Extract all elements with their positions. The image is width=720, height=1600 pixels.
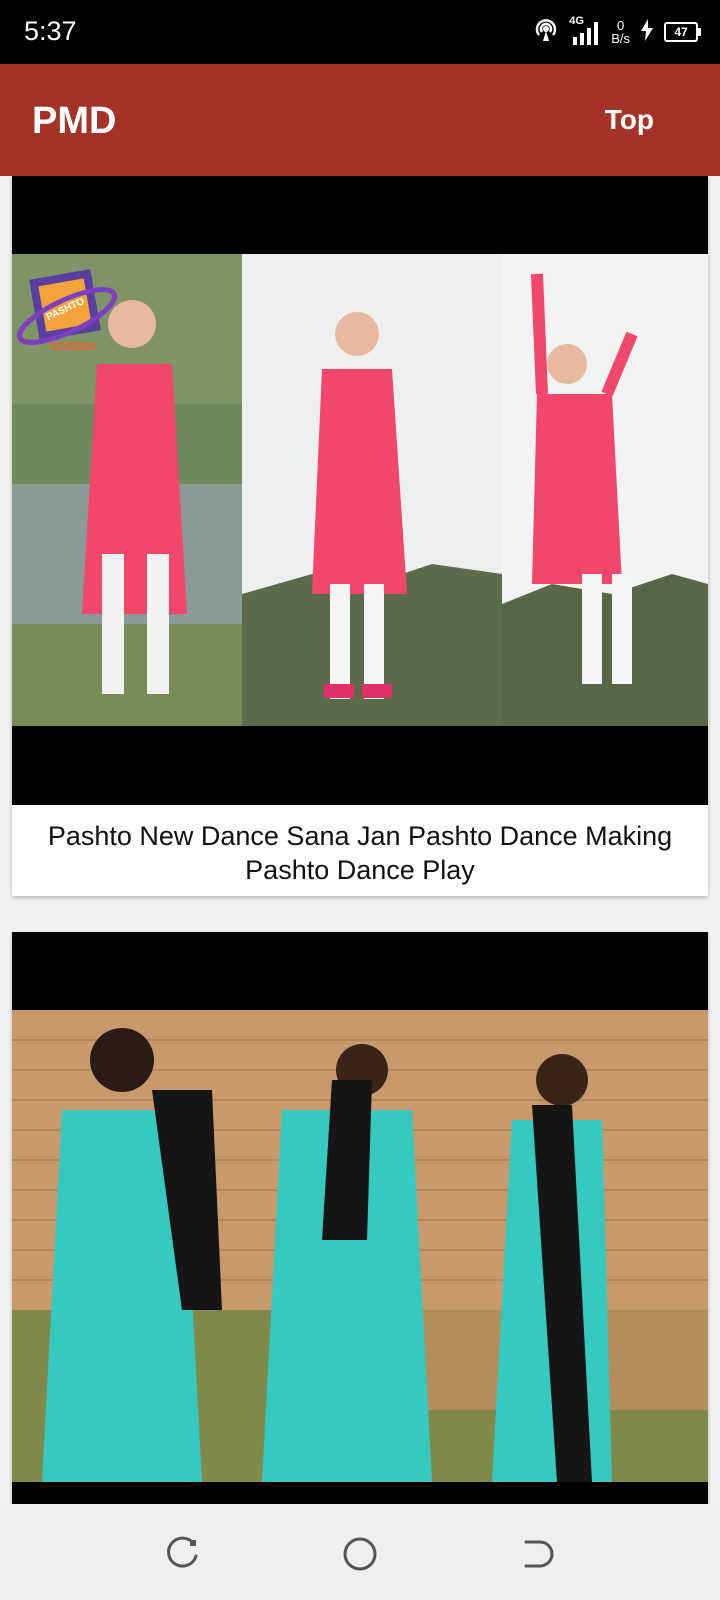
battery-level: 47 (674, 25, 688, 39)
video-thumbnail[interactable]: PASHTO SCREEN (12, 176, 708, 805)
charging-icon (640, 18, 654, 46)
logo-text-bottom: SCREEN (50, 341, 96, 353)
hotspot-icon (533, 17, 559, 48)
status-time: 5:37 (24, 16, 77, 46)
system-nav-bar (0, 1504, 720, 1600)
video-card[interactable]: PASHTO SCREEN Pashto New Dance Sana Jan … (12, 176, 708, 896)
video-card[interactable] (12, 932, 708, 1504)
thumbnail-image (12, 1010, 708, 1482)
signal-icon: 4G (569, 15, 601, 47)
net-speed: 0 B/s (611, 19, 630, 45)
status-icons: 4G 0 B/s 47 (533, 14, 701, 50)
video-thumbnail[interactable] (12, 932, 708, 1504)
app-bar: PMD Top (0, 64, 720, 176)
top-button[interactable]: Top (605, 104, 654, 136)
status-bar: 5:37 4G 0 B/s 47 (0, 0, 720, 64)
back-icon[interactable] (516, 1534, 556, 1574)
video-title[interactable]: Pashto New Dance Sana Jan Pashto Dance M… (12, 805, 708, 887)
recent-apps-icon[interactable] (164, 1534, 204, 1574)
battery-icon: 47 (664, 22, 701, 42)
video-feed[interactable]: PASHTO SCREEN Pashto New Dance Sana Jan … (0, 176, 720, 1504)
app-title: PMD (32, 100, 117, 142)
thumbnail-image: PASHTO SCREEN (12, 254, 708, 726)
net-speed-unit: B/s (611, 31, 630, 46)
home-icon[interactable] (340, 1534, 380, 1574)
